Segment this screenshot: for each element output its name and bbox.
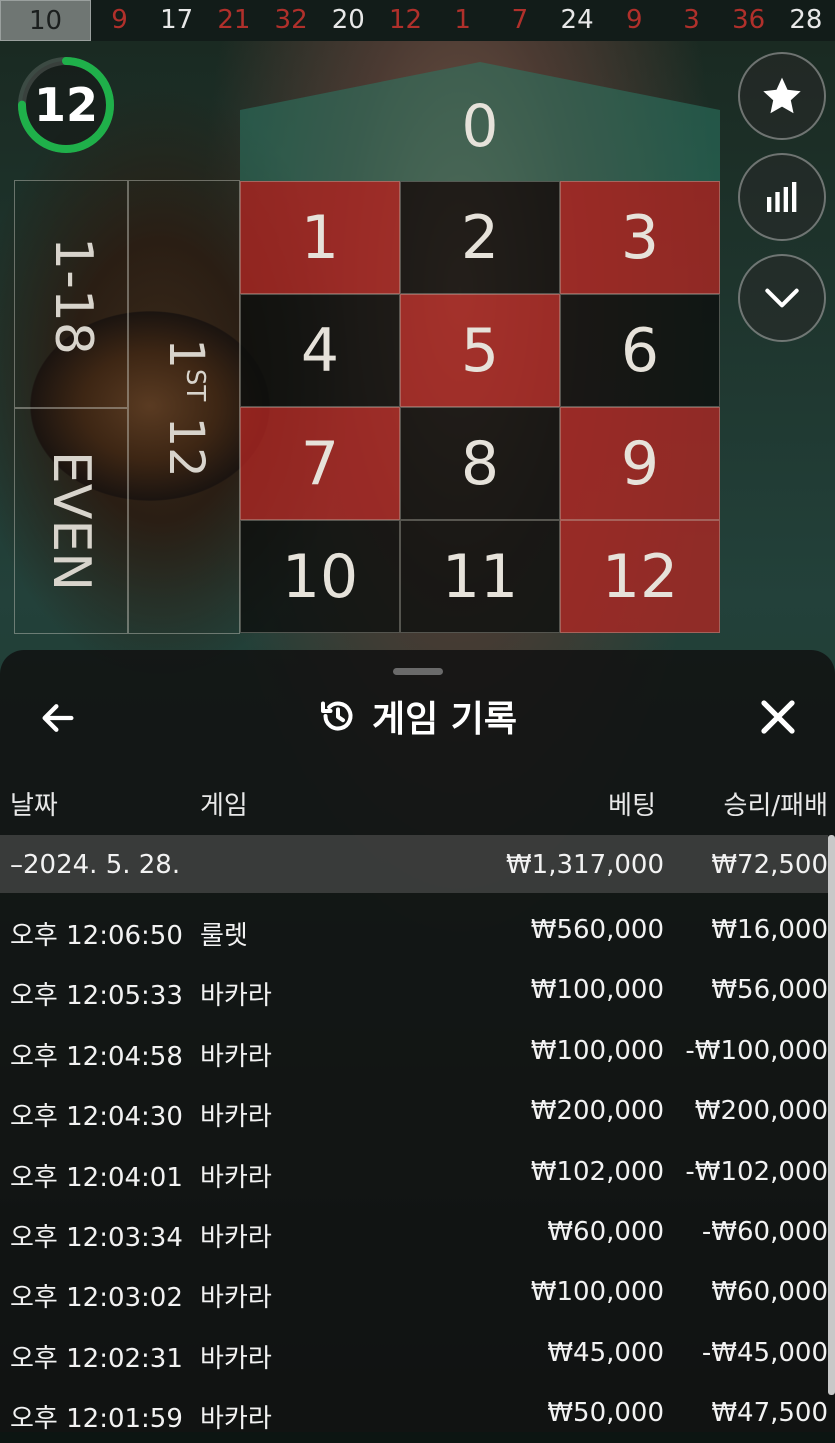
drag-handle[interactable] <box>393 668 443 675</box>
history-row-bet: ₩560,000 <box>530 915 664 945</box>
number-cell-11[interactable]: 11 <box>400 520 560 633</box>
history-row-bet: ₩50,000 <box>547 1398 664 1429</box>
number-cell-3[interactable]: 3 <box>560 181 720 294</box>
history-row-game: 바카라 <box>200 1102 272 1133</box>
favorite-button[interactable] <box>738 52 826 140</box>
history-row-game: 룰렛 <box>200 921 248 951</box>
history-row-win-loss: ₩60,000 <box>711 1277 828 1308</box>
history-row-bet: ₩100,000 <box>530 975 664 1006</box>
history-row-game: 바카라 <box>200 1162 272 1193</box>
number-cell-10[interactable]: 10 <box>240 520 400 633</box>
countdown-timer-value: 12 <box>33 78 98 132</box>
history-row-time: 오후 12:04:30 <box>10 1102 183 1133</box>
label-even: EVEN <box>41 450 101 592</box>
stats-icon <box>767 182 797 212</box>
history-row-bet: ₩200,000 <box>530 1096 664 1127</box>
history-row-game: 바카라 <box>200 1404 272 1435</box>
history-row-time: 오후 12:01:59 <box>10 1404 183 1435</box>
history-row-game: 바카라 <box>200 1223 272 1253</box>
column-header-date[interactable]: 날짜 <box>10 785 58 822</box>
history-row-win-loss: ₩200,000 <box>694 1096 828 1127</box>
number-cell-1[interactable]: 1 <box>240 181 400 294</box>
star-icon <box>763 77 801 114</box>
history-row-bet: ₩60,000 <box>547 1217 664 1247</box>
date-group-bet-total: ₩1,317,000 <box>505 850 664 880</box>
history-row-win-loss: ₩56,000 <box>711 975 828 1006</box>
history-icon <box>320 701 353 731</box>
history-row-time: 오후 12:06:50 <box>10 921 183 951</box>
history-row-time: 오후 12:04:01 <box>10 1162 183 1193</box>
column-header-win-loss[interactable]: 승리/패배 <box>680 785 828 822</box>
history-row-win-loss: -₩100,000 <box>685 1035 828 1066</box>
column-header-game[interactable]: 게임 <box>200 785 248 822</box>
history-row-time: 오후 12:05:33 <box>10 981 183 1012</box>
number-cell-7[interactable]: 7 <box>240 407 400 520</box>
date-group-win-loss-total: ₩72,500 <box>711 850 828 880</box>
history-row-game: 바카라 <box>200 1041 272 1072</box>
scrollbar[interactable] <box>828 835 835 1395</box>
history-row-time: 오후 12:04:58 <box>10 1041 183 1072</box>
column-header-bet[interactable]: 베팅 <box>540 785 656 822</box>
date-group-date: –2024. 5. 28. <box>10 850 181 880</box>
chevron-down-icon <box>765 288 799 308</box>
history-row-win-loss: -₩60,000 <box>701 1217 828 1247</box>
number-cell-9[interactable]: 9 <box>560 407 720 520</box>
number-cell-12[interactable]: 12 <box>560 520 720 633</box>
history-row-win-loss: -₩102,000 <box>685 1156 828 1187</box>
number-cell-8[interactable]: 8 <box>400 407 560 520</box>
history-row-time: 오후 12:03:34 <box>10 1223 183 1253</box>
number-cell-4[interactable]: 4 <box>240 294 400 407</box>
panel-title: 게임 기록 <box>371 699 517 740</box>
label-1-18: 1-18 <box>43 236 103 355</box>
zero-label: 0 <box>461 92 499 160</box>
history-row-game: 바카라 <box>200 1283 272 1314</box>
history-row-game: 바카라 <box>200 1343 272 1374</box>
history-row-win-loss: -₩45,000 <box>701 1337 828 1368</box>
history-row-win-loss: ₩47,500 <box>711 1398 828 1429</box>
history-row-time: 오후 12:03:02 <box>10 1283 183 1314</box>
statistics-button[interactable] <box>738 153 826 241</box>
history-row-game: 바카라 <box>200 981 272 1012</box>
number-cell-2[interactable]: 2 <box>400 181 560 294</box>
label-1st-12: 1ST 12 <box>158 338 214 478</box>
history-row-bet: ₩45,000 <box>547 1337 664 1368</box>
history-row-win-loss: ₩16,000 <box>711 915 828 945</box>
collapse-button[interactable] <box>738 254 826 342</box>
number-cell-6[interactable]: 6 <box>560 294 720 407</box>
number-cell-5[interactable]: 5 <box>400 294 560 407</box>
history-row-bet: ₩102,000 <box>530 1156 664 1187</box>
close-icon[interactable] <box>757 696 799 738</box>
history-row-bet: ₩100,000 <box>530 1277 664 1308</box>
history-row-time: 오후 12:02:31 <box>10 1343 183 1374</box>
panel-header: 게임 기록 <box>0 690 835 742</box>
history-row-bet: ₩100,000 <box>530 1035 664 1066</box>
